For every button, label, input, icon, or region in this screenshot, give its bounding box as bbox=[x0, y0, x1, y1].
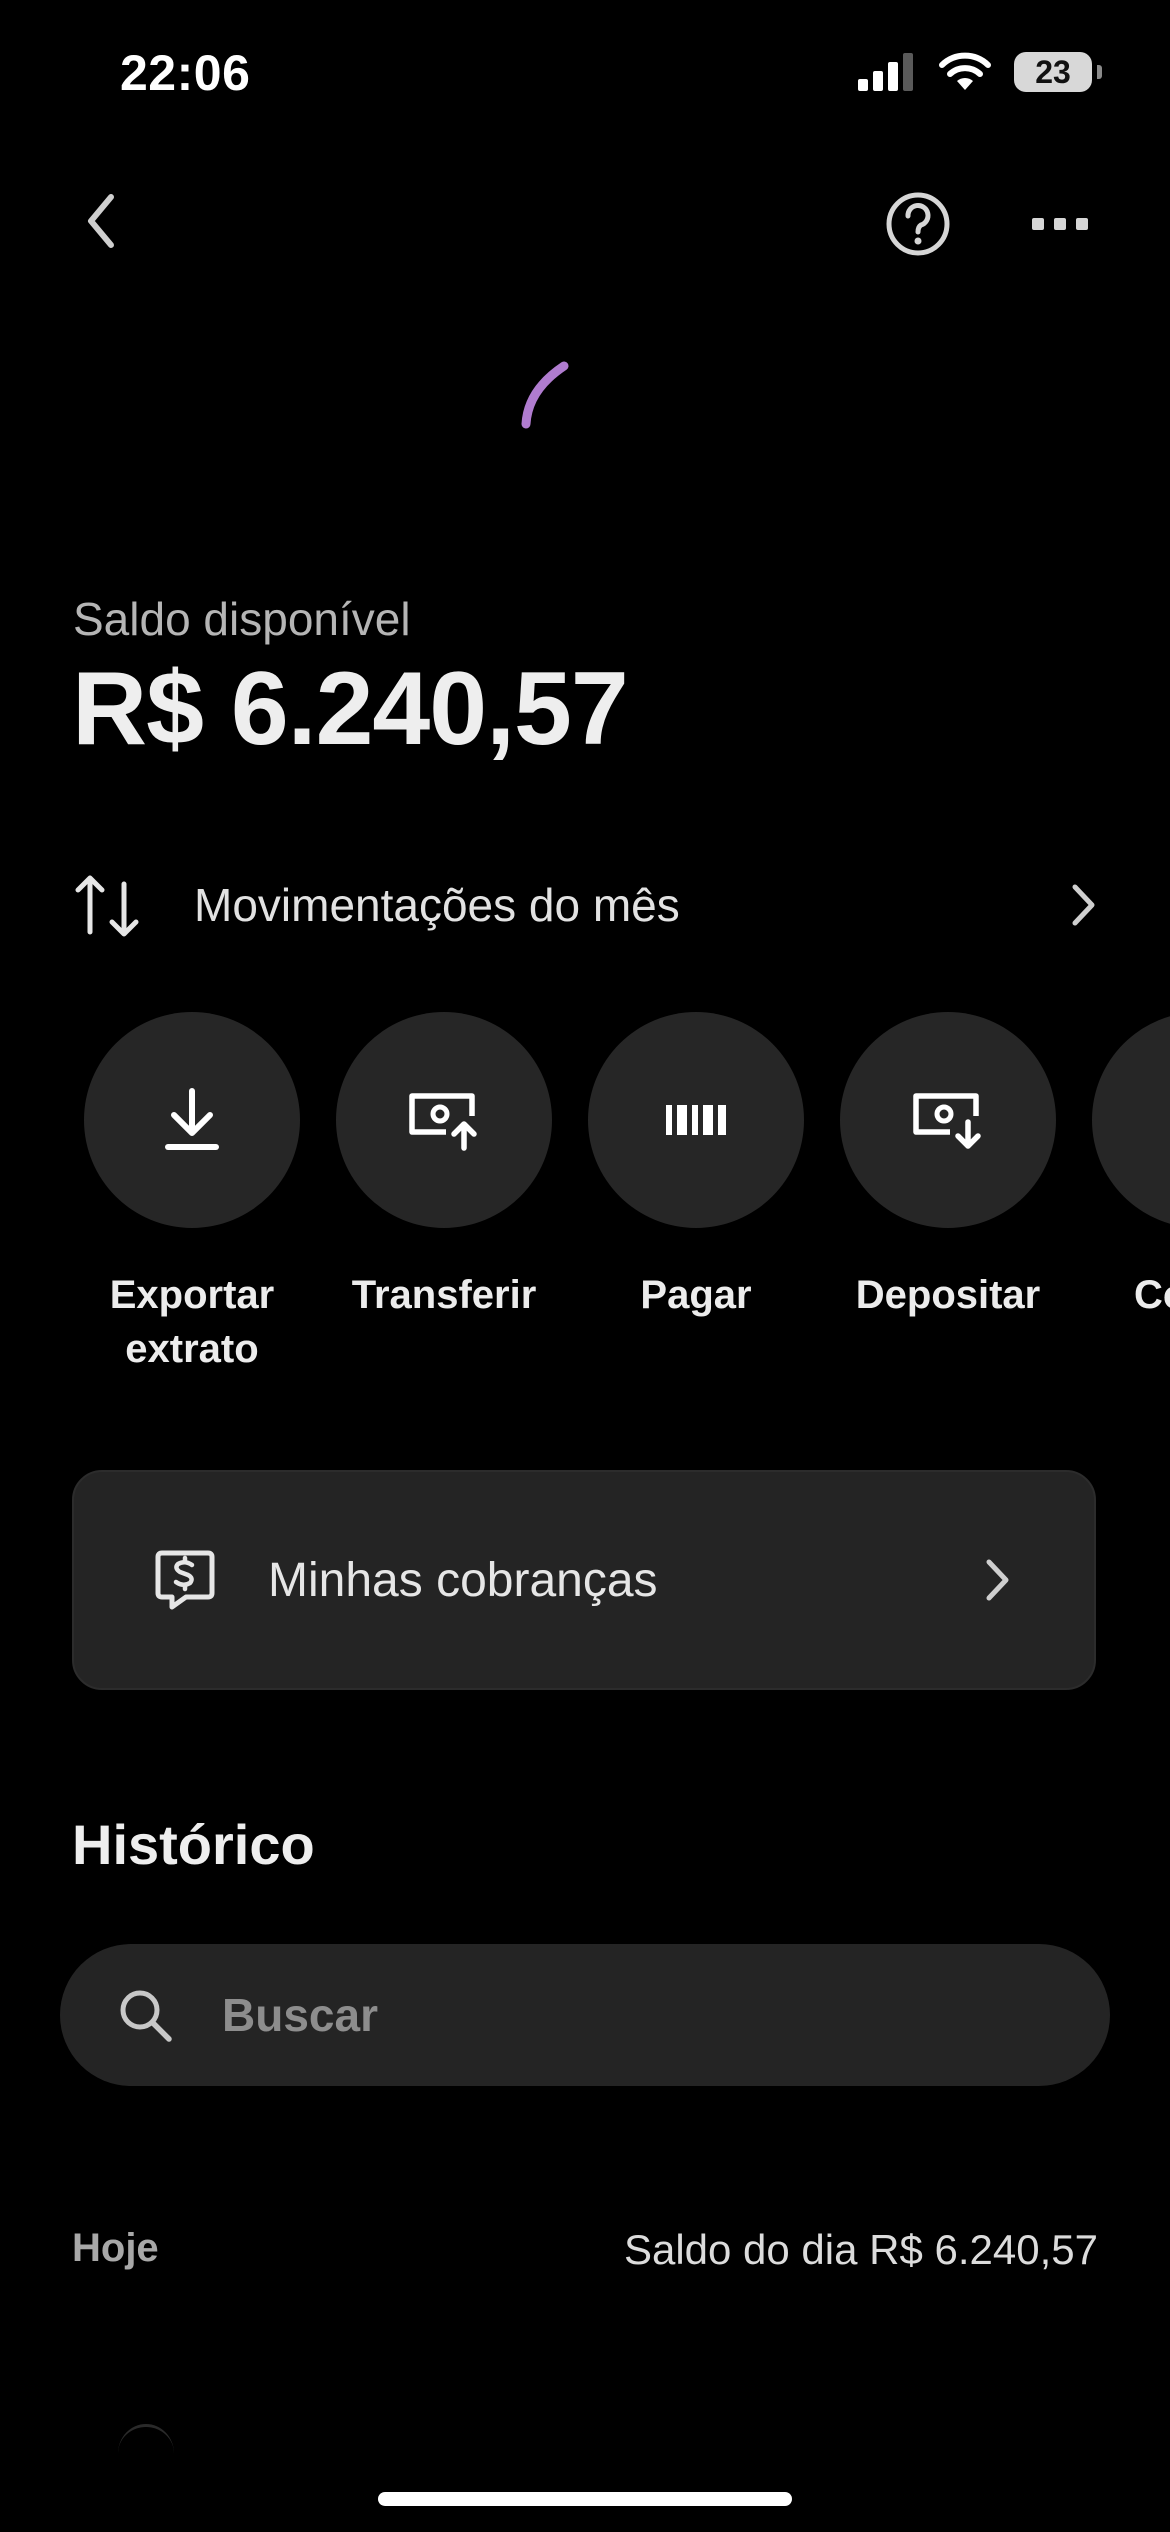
status-time: 22:06 bbox=[120, 45, 251, 101]
day-label: Hoje bbox=[72, 2226, 159, 2270]
money-receive-icon bbox=[913, 1093, 981, 1149]
pay-button[interactable]: Pagar bbox=[570, 1012, 822, 1322]
status-icons: 23 bbox=[856, 52, 1102, 92]
dollar-chat-icon bbox=[155, 1550, 215, 1610]
history-title: Histórico bbox=[72, 1813, 315, 1876]
cellular-signal-icon bbox=[858, 53, 913, 91]
quick-actions: Exportar extrato Transferir Pagar Deposi… bbox=[0, 1012, 1170, 1392]
transfer-circle bbox=[336, 1012, 552, 1228]
pay-circle bbox=[588, 1012, 804, 1228]
money-send-icon bbox=[409, 1093, 477, 1151]
balance-label: Saldo disponível bbox=[73, 593, 411, 645]
chevron-right-icon bbox=[986, 1559, 1009, 1601]
more-horizontal-icon bbox=[1032, 218, 1088, 230]
export-statement-label: Exportar extrato bbox=[109, 1273, 275, 1371]
transfer-button[interactable]: Transferir bbox=[318, 1012, 570, 1322]
list-item-avatar bbox=[118, 2424, 174, 2483]
chevron-left-icon bbox=[88, 194, 114, 248]
wifi-icon bbox=[939, 52, 991, 90]
balance-value: R$ 6.240,57 bbox=[72, 651, 629, 767]
more-options-button[interactable] bbox=[1024, 196, 1096, 252]
my-charges-label: Minhas cobranças bbox=[268, 1553, 658, 1607]
loading-spinner-icon bbox=[521, 361, 569, 429]
monthly-movements-label: Movimentações do mês bbox=[194, 879, 680, 931]
battery-indicator: 23 bbox=[1014, 52, 1102, 92]
fifth-action-button[interactable]: Co bbox=[1074, 1012, 1170, 1322]
deposit-circle bbox=[840, 1012, 1056, 1228]
search-input[interactable] bbox=[220, 1987, 1024, 2043]
battery-level: 23 bbox=[1035, 53, 1071, 90]
transfer-label: Transferir bbox=[351, 1273, 537, 1317]
day-balance: Saldo do dia R$ 6.240,57 bbox=[623, 2226, 1098, 2273]
fifth-action-label: Co bbox=[1134, 1273, 1170, 1317]
pay-label: Pagar bbox=[640, 1273, 752, 1317]
my-charges-card[interactable]: Minhas cobranças bbox=[72, 1470, 1096, 1690]
chevron-right-icon bbox=[1072, 884, 1095, 926]
export-statement-button[interactable]: Exportar extrato bbox=[66, 1012, 318, 1376]
export-statement-circle bbox=[84, 1012, 300, 1228]
search-icon bbox=[120, 1990, 172, 2042]
home-indicator[interactable] bbox=[378, 2492, 792, 2506]
monthly-movements-row[interactable]: Movimentações do mês bbox=[72, 862, 1098, 948]
download-icon bbox=[165, 1088, 219, 1150]
transfer-arrows-icon bbox=[75, 875, 139, 937]
barcode-icon bbox=[666, 1105, 726, 1135]
back-button[interactable] bbox=[66, 186, 136, 256]
help-button[interactable] bbox=[880, 186, 956, 262]
search-bar[interactable] bbox=[60, 1944, 1110, 2086]
help-icon bbox=[886, 192, 950, 256]
deposit-label: Depositar bbox=[855, 1273, 1041, 1317]
fifth-action-circle bbox=[1092, 1012, 1170, 1228]
deposit-button[interactable]: Depositar bbox=[822, 1012, 1074, 1322]
